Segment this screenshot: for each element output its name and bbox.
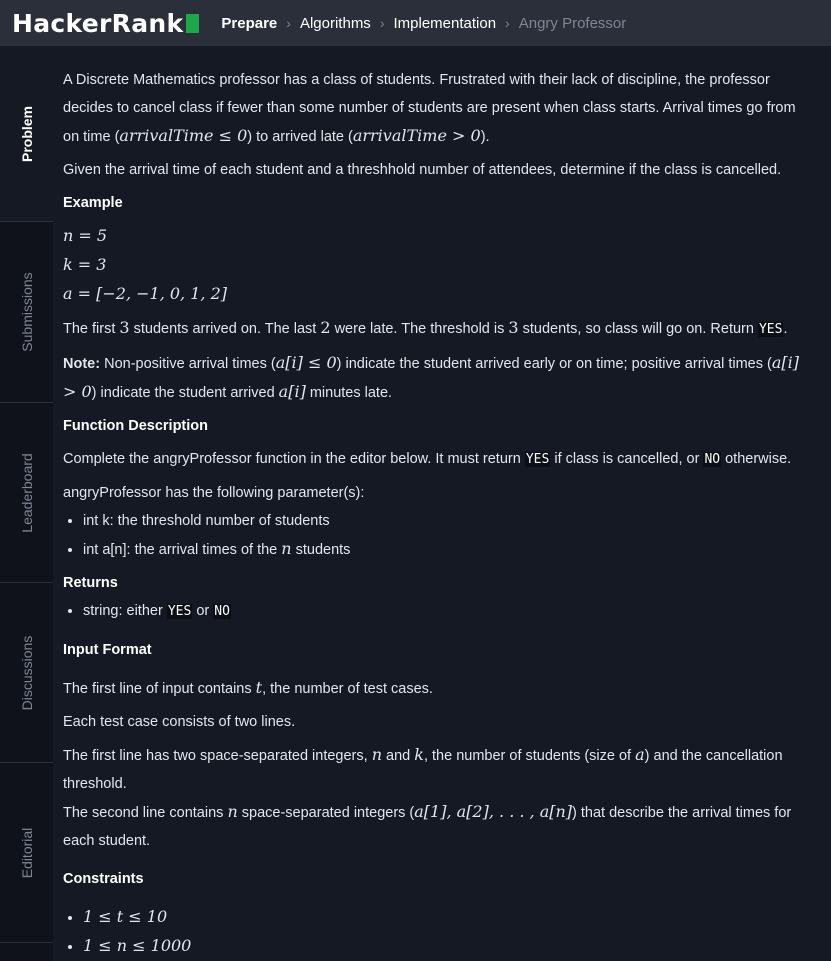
sidebar-filler — [0, 943, 53, 961]
chevron-right-icon: › — [286, 15, 291, 31]
breadcrumb-prepare[interactable]: Prepare — [221, 15, 277, 32]
logo-text: HackerRank — [12, 8, 184, 38]
input-format-line-4: The second line contains n space-separat… — [63, 802, 792, 849]
function-description-text: Complete the angryProfessor function in … — [63, 451, 792, 467]
chevron-right-icon: › — [379, 15, 385, 31]
breadcrumb-algorithms[interactable]: Algorithms — [300, 15, 371, 32]
example-explanation: The first 3 students arrived on. The las… — [63, 318, 788, 337]
tab-submissions[interactable]: Submissions — [0, 222, 53, 403]
vertical-tab-sidebar: Problem Submissions Leaderboard Discussi… — [0, 46, 53, 961]
example-n: n = 5 — [63, 226, 108, 245]
problem-statement: A Discrete Mathematics professor has a c… — [63, 66, 808, 961]
tab-problem[interactable]: Problem — [0, 46, 53, 222]
logo-green-block — [186, 13, 200, 33]
tab-problem-label: Problem — [18, 105, 35, 162]
parameter-list: int k: the threshold number of students … — [63, 507, 808, 564]
tab-editorial[interactable]: Editorial — [0, 763, 53, 943]
function-description-heading: Function Description — [63, 418, 208, 434]
top-navigation-bar: HackerRank Prepare › Algorithms › Implem… — [0, 0, 831, 46]
input-format-line-2: Each test case consists of two lines. — [63, 714, 296, 730]
list-item: string: either YES or NO — [83, 597, 808, 626]
list-item: int a[n]: the arrival times of the n stu… — [83, 535, 808, 564]
list-item: 1 ≤ n ≤ 1000 — [83, 932, 808, 961]
breadcrumb: Prepare › Algorithms › Implementation › … — [221, 15, 626, 32]
tab-discussions-label: Discussions — [18, 635, 35, 710]
note-paragraph: Note: Non-positive arrival times (a[i] ≤… — [63, 353, 799, 401]
input-format-line-3: The first line has two space-separated i… — [63, 745, 783, 792]
chevron-right-icon: › — [505, 15, 510, 31]
example-k: k = 3 — [63, 255, 107, 274]
tab-leaderboard[interactable]: Leaderboard — [0, 403, 53, 583]
breadcrumb-current-challenge: Angry Professor — [518, 14, 627, 32]
intro-paragraph: A Discrete Mathematics professor has a c… — [63, 72, 796, 145]
intro-paragraph-2: Given the arrival time of each student a… — [63, 162, 782, 178]
list-item: int k: the threshold number of students — [83, 507, 808, 535]
constraints-list: 1 ≤ t ≤ 10 1 ≤ n ≤ 1000 — [63, 903, 808, 961]
constraints-heading: Constraints — [63, 871, 144, 887]
example-a: a = [−2, −1, 0, 1, 2] — [63, 284, 227, 303]
hackerrank-logo[interactable]: HackerRank — [12, 8, 200, 38]
returns-list: string: either YES or NO — [63, 597, 808, 626]
tab-editorial-label: Editorial — [18, 827, 35, 878]
input-format-heading: Input Format — [63, 642, 152, 658]
returns-heading: Returns — [63, 575, 118, 591]
list-item: 1 ≤ t ≤ 10 — [83, 903, 808, 932]
tab-submissions-label: Submissions — [18, 272, 35, 352]
example-heading: Example — [63, 195, 123, 211]
tab-discussions[interactable]: Discussions — [0, 583, 53, 763]
parameters-intro: angryProfessor has the following paramet… — [63, 485, 365, 501]
input-format-line-1: The first line of input contains t, the … — [63, 678, 433, 697]
tab-leaderboard-label: Leaderboard — [18, 452, 35, 533]
breadcrumb-implementation[interactable]: Implementation — [393, 15, 496, 32]
